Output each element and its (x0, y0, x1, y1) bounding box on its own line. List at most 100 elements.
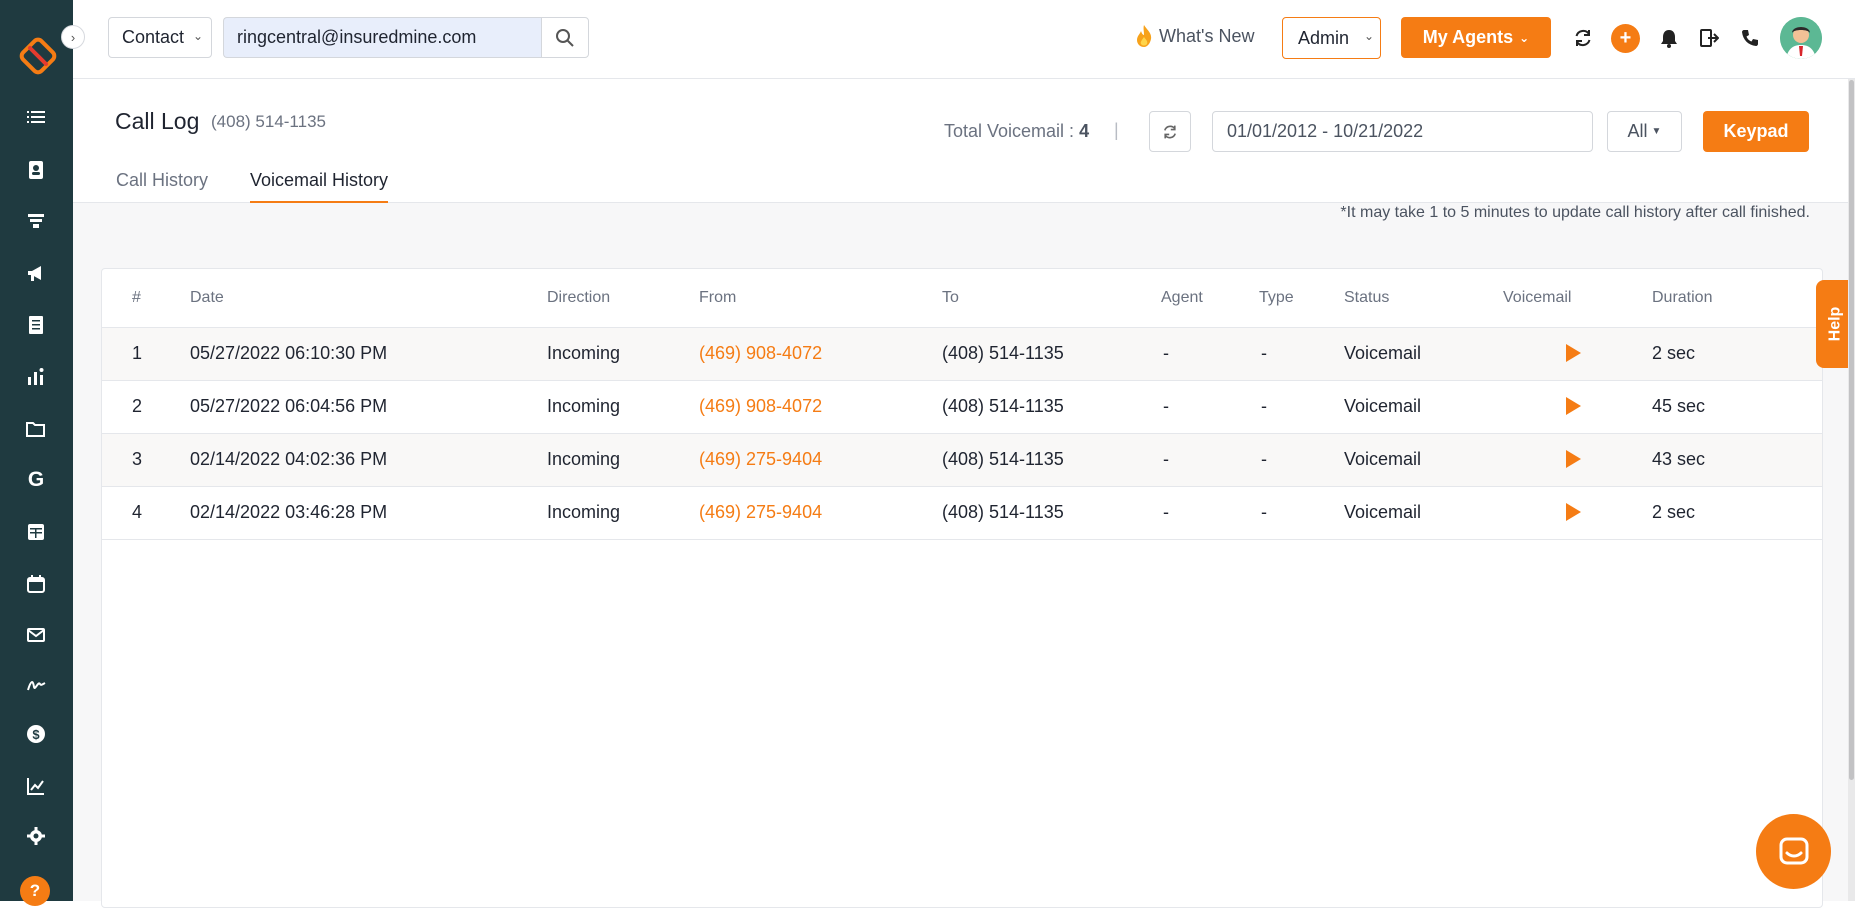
sidebar-collapse-button[interactable]: › (61, 25, 85, 49)
dollar-icon[interactable]: $ (22, 720, 50, 748)
help-question-icon[interactable]: ? (20, 876, 50, 906)
total-voicemail-count: 4 (1079, 121, 1089, 141)
play-icon[interactable] (1566, 344, 1581, 362)
calendar-icon[interactable] (22, 570, 50, 598)
app-logo[interactable] (18, 36, 58, 76)
column-header: # (132, 289, 141, 307)
separator: | (1114, 120, 1119, 141)
row-date: 02/14/2022 03:46:28 PM (190, 502, 387, 523)
google-icon[interactable]: G (22, 466, 50, 494)
row-to: (408) 514-1135 (942, 502, 1064, 523)
row-direction: Incoming (547, 343, 620, 364)
row-number: 2 (132, 396, 142, 417)
column-header: Type (1259, 289, 1294, 307)
contacts-icon[interactable] (22, 156, 50, 184)
contact-type-label: Contact (122, 27, 184, 48)
bell-icon[interactable] (1655, 24, 1683, 52)
row-status: Voicemail (1344, 449, 1421, 470)
row-number: 1 (132, 343, 142, 364)
row-status: Voicemail (1344, 396, 1421, 417)
row-from-link[interactable]: (469) 908-4072 (699, 343, 822, 364)
user-avatar[interactable] (1780, 17, 1822, 59)
table-row[interactable]: 3 02/14/2022 04:02:36 PM Incoming (469) … (102, 434, 1822, 487)
chat-icon (1776, 834, 1812, 870)
row-from-link[interactable]: (469) 908-4072 (699, 396, 822, 417)
logout-icon[interactable] (1695, 24, 1723, 52)
fire-icon (1133, 24, 1155, 48)
play-icon[interactable] (1566, 450, 1581, 468)
gear-icon[interactable] (22, 822, 50, 850)
bar-chart-icon[interactable] (22, 363, 50, 391)
row-direction: Incoming (547, 449, 620, 470)
svg-text:$: $ (32, 727, 40, 742)
row-to: (408) 514-1135 (942, 449, 1064, 470)
scrollbar-thumb[interactable] (1849, 80, 1854, 780)
my-agents-button[interactable]: My Agents ⌄ (1401, 17, 1551, 58)
row-type: - (1261, 343, 1267, 364)
row-number: 4 (132, 502, 142, 523)
row-duration: 2 sec (1652, 502, 1695, 523)
list-icon[interactable] (22, 104, 50, 132)
row-duration: 45 sec (1652, 396, 1705, 417)
row-direction: Incoming (547, 396, 620, 417)
play-icon[interactable] (1566, 503, 1581, 521)
folder-icon[interactable] (22, 415, 50, 443)
sync-icon[interactable] (1569, 24, 1597, 52)
row-duration: 43 sec (1652, 449, 1705, 470)
chevron-down-icon: ⌄ (1519, 31, 1529, 45)
tab-voicemail-history[interactable]: Voicemail History (250, 170, 388, 204)
megaphone-icon[interactable] (22, 259, 50, 287)
add-button[interactable]: + (1611, 24, 1640, 53)
help-tab-label: Help (1826, 307, 1844, 342)
row-number: 3 (132, 449, 142, 470)
chat-launcher[interactable] (1756, 814, 1831, 889)
refresh-button[interactable] (1149, 111, 1191, 152)
row-from-link[interactable]: (469) 275-9404 (699, 502, 822, 523)
line-chart-icon[interactable] (22, 772, 50, 800)
contact-type-select[interactable]: Contact ⌄ (108, 17, 212, 58)
keypad-button[interactable]: Keypad (1703, 111, 1809, 152)
play-icon[interactable] (1566, 397, 1581, 415)
row-from-link[interactable]: (469) 275-9404 (699, 449, 822, 470)
row-status: Voicemail (1344, 502, 1421, 523)
admin-select[interactable]: Admin ⌄ (1282, 17, 1381, 59)
search-button[interactable] (541, 17, 589, 58)
refresh-icon (1162, 124, 1178, 140)
row-duration: 2 sec (1652, 343, 1695, 364)
date-range-input[interactable]: 01/01/2012 - 10/21/2022 (1212, 111, 1593, 152)
document-icon[interactable] (22, 311, 50, 339)
tab-call-history[interactable]: Call History (116, 170, 208, 201)
search-input[interactable] (223, 17, 543, 58)
column-header: Date (190, 289, 224, 307)
column-header: Duration (1652, 289, 1712, 307)
chevron-down-icon: ⌄ (193, 29, 203, 43)
signature-icon[interactable] (22, 671, 50, 699)
table-row[interactable]: 2 05/27/2022 06:04:56 PM Incoming (469) … (102, 381, 1822, 434)
table-icon[interactable] (22, 518, 50, 546)
row-type: - (1261, 449, 1267, 470)
column-header: Voicemail (1503, 289, 1571, 307)
filter-dropdown[interactable]: All ▼ (1607, 111, 1682, 152)
page-phone-number: (408) 514-1135 (211, 112, 326, 132)
row-direction: Incoming (547, 502, 620, 523)
funnel-icon[interactable] (22, 207, 50, 235)
row-agent: - (1163, 396, 1169, 417)
row-status: Voicemail (1344, 343, 1421, 364)
tab-bar: Call History Voicemail History (73, 160, 1855, 203)
update-note: *It may take 1 to 5 minutes to update ca… (1340, 204, 1810, 222)
mail-icon[interactable] (22, 621, 50, 649)
table-row[interactable]: 4 02/14/2022 03:46:28 PM Incoming (469) … (102, 487, 1822, 540)
row-agent: - (1163, 449, 1169, 470)
page-title: Call Log (115, 108, 199, 135)
row-type: - (1261, 396, 1267, 417)
my-agents-label: My Agents (1423, 27, 1513, 48)
table-row[interactable]: 1 05/27/2022 06:10:30 PM Incoming (469) … (102, 328, 1822, 381)
row-agent: - (1163, 343, 1169, 364)
column-header: To (942, 289, 959, 307)
phone-icon[interactable] (1736, 24, 1764, 52)
column-header: From (699, 289, 736, 307)
whats-new-link[interactable]: What's New (1133, 24, 1254, 48)
top-bar: Contact ⌄ What's New Admin ⌄ My Agents ⌄… (73, 0, 1855, 79)
admin-select-label: Admin (1298, 28, 1349, 49)
row-type: - (1261, 502, 1267, 523)
